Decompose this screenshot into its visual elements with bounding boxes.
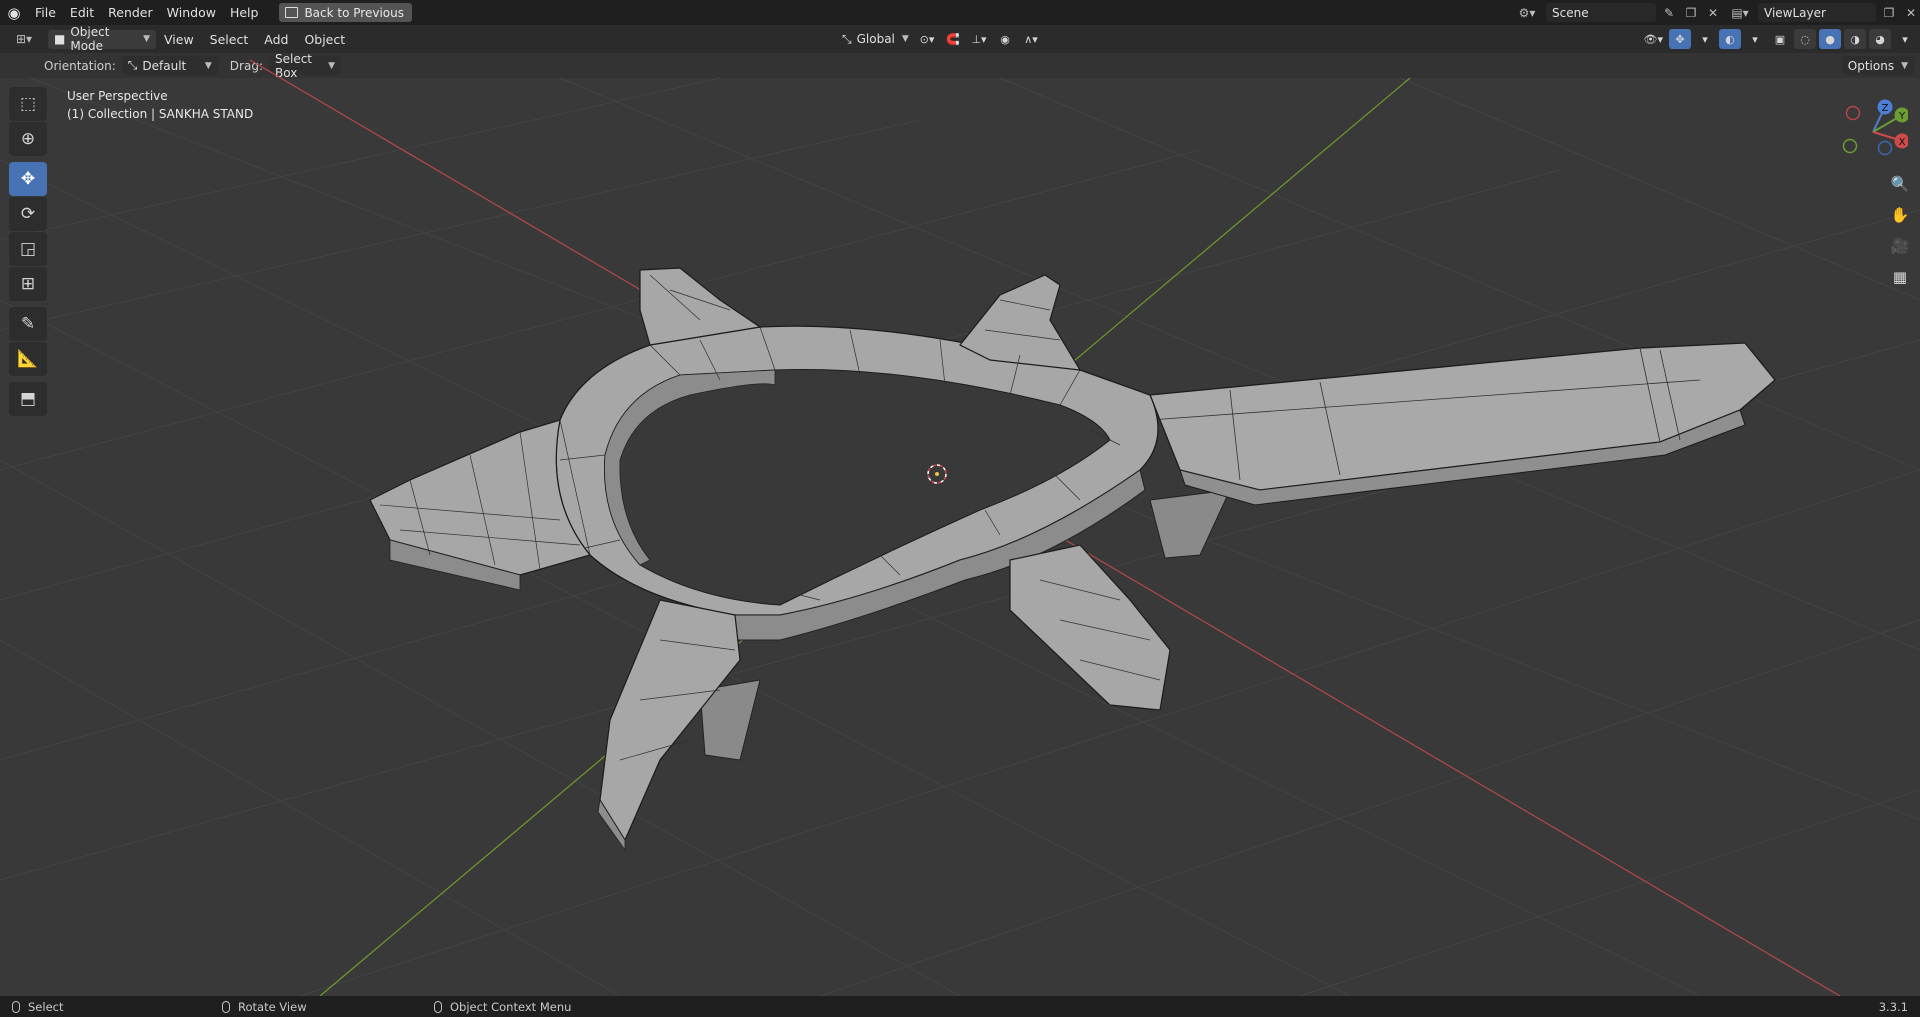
pan-hand-icon[interactable]: ✋ bbox=[1888, 201, 1912, 229]
mouse-middle-icon bbox=[222, 1000, 230, 1013]
add-cube-tool-icon[interactable]: ⬒ bbox=[9, 382, 47, 416]
neg-z-axis-handle bbox=[1877, 140, 1893, 156]
navigation-gizmo[interactable]: Z Y X bbox=[1838, 94, 1910, 164]
neg-y-axis-handle bbox=[1842, 138, 1858, 154]
select-box-tool-icon[interactable]: ⬚ bbox=[9, 87, 47, 121]
mouse-left-icon bbox=[12, 1000, 20, 1013]
version-info: 3.3.1 bbox=[1879, 1000, 1908, 1014]
status-context-label: Object Context Menu bbox=[450, 999, 572, 1014]
gizmo-z-label: Z bbox=[1882, 103, 1889, 114]
transform-tool-icon[interactable]: ⊞ bbox=[9, 267, 47, 301]
camera-icon[interactable]: 🎥 bbox=[1888, 232, 1912, 260]
status-rotate: Rotate View bbox=[222, 1000, 307, 1014]
navigation-buttons: 🔍 ✋ 🎥 ▦ bbox=[1888, 170, 1912, 291]
status-context-menu: Object Context Menu bbox=[434, 1000, 571, 1014]
rotate-tool-icon[interactable]: ⟳ bbox=[9, 197, 47, 231]
status-bar: Select Rotate View Object Context Menu 3… bbox=[0, 996, 1920, 1017]
perspective-label: User Perspective bbox=[67, 89, 168, 103]
gizmo-y-label: Y bbox=[1898, 111, 1906, 122]
gizmo-x-label: X bbox=[1899, 137, 1906, 148]
ortho-grid-icon[interactable]: ▦ bbox=[1888, 263, 1912, 291]
move-tool-icon[interactable]: ✥ bbox=[9, 162, 47, 196]
tool-shelf: ⬚ ⊕ ✥ ⟳ ◲ ⊞ ✎ 📐 ⬒ bbox=[9, 87, 49, 417]
viewport-info: User Perspective (1) Collection | SANKHA… bbox=[67, 87, 253, 123]
mouse-right-icon bbox=[434, 1000, 442, 1013]
status-select: Select bbox=[12, 1000, 63, 1014]
annotate-tool-icon[interactable]: ✎ bbox=[9, 307, 47, 341]
cursor-tool-icon[interactable]: ⊕ bbox=[9, 122, 47, 156]
measure-tool-icon[interactable]: 📐 bbox=[9, 342, 47, 376]
version-label: 3.3.1 bbox=[1878, 999, 1908, 1014]
viewport-scene bbox=[0, 59, 1920, 997]
collection-label: (1) Collection | SANKHA STAND bbox=[67, 107, 254, 121]
sankha-stand-mesh[interactable] bbox=[369, 267, 1776, 852]
3d-viewport[interactable] bbox=[0, 59, 1920, 997]
status-rotate-label: Rotate View bbox=[238, 999, 307, 1014]
zoom-icon[interactable]: 🔍 bbox=[1888, 170, 1912, 198]
status-select-label: Select bbox=[28, 999, 64, 1014]
neg-x-axis-handle bbox=[1845, 105, 1861, 121]
scale-tool-icon[interactable]: ◲ bbox=[9, 232, 47, 266]
